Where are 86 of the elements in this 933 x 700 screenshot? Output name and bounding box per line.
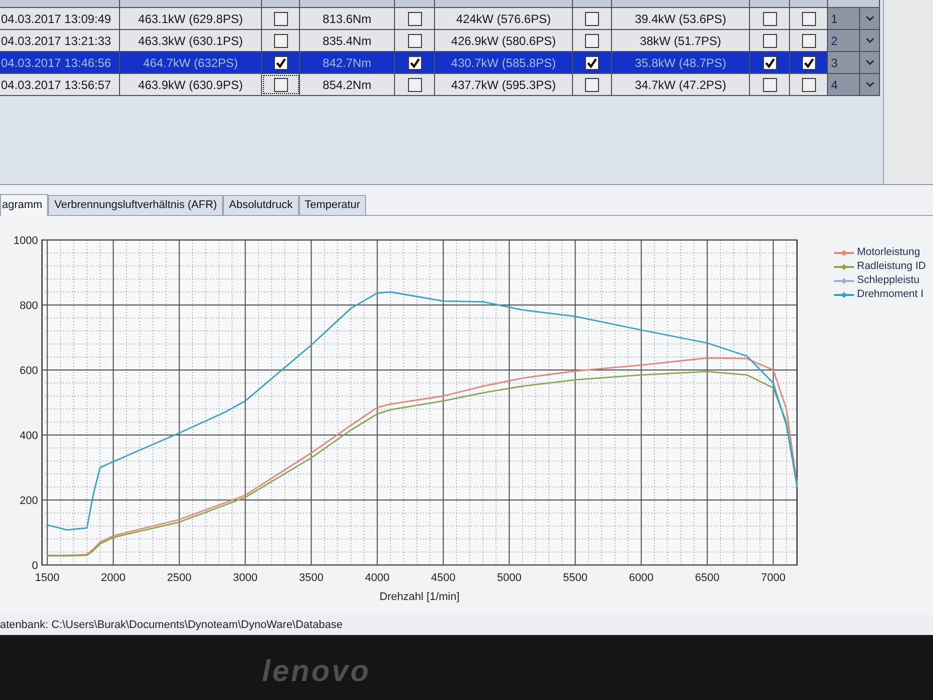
table-cell: 04.03.2017 13:09:49 — [0, 8, 120, 29]
checkbox[interactable] — [274, 12, 288, 26]
y-tick-label: 600 — [20, 365, 38, 377]
table-cell: 437.7kW (595.3PS) — [435, 74, 573, 95]
x-tick-label: 5500 — [563, 572, 588, 584]
checkbox[interactable] — [274, 56, 288, 70]
legend-label: Radleistung ID — [857, 259, 926, 274]
table-cell: 430.7kW (585.8PS) — [435, 52, 573, 73]
checkbox[interactable] — [408, 78, 422, 92]
checkbox[interactable] — [762, 56, 776, 70]
table-cell: 463.3kW (630.1PS) — [120, 30, 262, 51]
table-row[interactable]: 04.03.2017 13:56:57 463.9kW (630.9PS) 854.2Nm 437.7kW (595.3PS) 34.7kW (47.2PS) 4 — [0, 74, 879, 96]
chevron-down-icon — [866, 16, 874, 21]
checkbox[interactable] — [762, 12, 776, 26]
legend-label: Motorleistung — [857, 245, 920, 260]
checkbox[interactable] — [585, 56, 599, 70]
tab[interactable]: Absolutdruck — [222, 195, 299, 215]
checkmark-icon — [276, 58, 286, 68]
checkmark-icon — [587, 58, 597, 68]
table-cell: 426.9kW (580.6PS) — [435, 30, 573, 51]
table-cell: 34.7kW (47.2PS) — [612, 74, 750, 95]
y-tick-label: 0 — [32, 560, 38, 572]
table-cell: 813.6Nm — [300, 8, 395, 29]
status-bar-text: atenbank: C:\Users\Burak\Documents\Dynoteam\DynoWare\Database — [0, 618, 343, 633]
checkbox[interactable] — [274, 34, 288, 48]
table-cell: 463.1kW (629.8PS) — [120, 8, 262, 29]
checkbox[interactable] — [802, 56, 816, 70]
table-row[interactable]: 04.03.2017 13:46:56 464.7kW (632PS) 842.7Nm 430.7kW (585.8PS) 35.8kW (48.7PS) 3 — [0, 52, 879, 74]
table-cell: 38kW (51.7PS) — [612, 30, 750, 51]
color-code-dropdown[interactable]: 4 — [828, 74, 880, 95]
table-cell: 463.9kW (630.9PS) — [120, 74, 262, 95]
checkbox[interactable] — [585, 12, 599, 26]
checkmark-icon — [410, 58, 420, 68]
table-cell: 04.03.2017 13:21:33 — [0, 30, 120, 51]
table-row[interactable]: 04.03.2017 13:21:33 463.3kW (630.1PS) 835.4Nm 426.9kW (580.6PS) 38kW (51.7PS) 2 — [0, 30, 879, 52]
x-axis-title: Drehzahl [1/min] — [379, 591, 460, 603]
table-cell: 464.7kW (632PS) — [120, 52, 262, 73]
x-tick-label: 7000 — [761, 572, 786, 584]
table-cell: 835.4Nm — [300, 30, 395, 51]
checkmark-icon — [764, 58, 774, 68]
y-tick-label: 800 — [20, 300, 38, 312]
x-tick-label: 3000 — [233, 572, 258, 584]
table-cell: 39.4kW (53.6PS) — [612, 8, 750, 29]
x-tick-label: 4500 — [431, 572, 456, 584]
x-tick-label: 1500 — [35, 572, 60, 584]
x-tick-label: 4000 — [365, 572, 390, 584]
table-cell: 04.03.2017 13:56:57 — [0, 74, 120, 95]
table-cell: 854.2Nm — [300, 74, 395, 95]
chevron-down-icon — [866, 60, 874, 65]
x-tick-label: 2500 — [167, 572, 192, 584]
table-cell: 35.8kW (48.7PS) — [612, 52, 750, 73]
table-cell: 424kW (576.6PS) — [435, 8, 573, 29]
y-tick-label: 400 — [20, 430, 38, 442]
chevron-down-icon — [866, 38, 874, 43]
checkbox[interactable] — [585, 78, 599, 92]
x-tick-label: 3500 — [299, 572, 324, 584]
y-tick-label: 1000 — [14, 235, 38, 247]
checkbox[interactable] — [762, 78, 776, 92]
table-cell: 842.7Nm — [300, 52, 395, 73]
tab[interactable]: agramm — [0, 194, 48, 216]
bezel-logo: lenovo — [262, 657, 371, 687]
y-tick-label: 200 — [20, 495, 38, 507]
checkbox[interactable] — [585, 34, 599, 48]
x-tick-label: 6500 — [695, 572, 720, 584]
chevron-down-icon — [866, 82, 874, 87]
table-row[interactable]: 04.03.2017 13:09:49 463.1kW (629.8PS) 813.6Nm 424kW (576.6PS) 39.4kW (53.6PS) 1 — [0, 8, 879, 30]
checkbox[interactable] — [802, 34, 816, 48]
x-tick-label: 5000 — [497, 572, 522, 584]
tab[interactable]: Temperatur — [298, 195, 366, 215]
checkmark-icon — [804, 58, 814, 68]
tab[interactable]: Verbrennungsluftverhältnis (AFR) — [48, 195, 223, 215]
checkbox[interactable] — [802, 12, 816, 26]
checkbox[interactable] — [408, 34, 422, 48]
checkbox[interactable] — [408, 56, 422, 70]
checkbox[interactable] — [408, 12, 422, 26]
color-code-dropdown[interactable]: 1 — [828, 8, 880, 29]
legend-label: Drehmoment I — [857, 287, 924, 302]
color-code-dropdown[interactable]: 3 — [828, 52, 880, 73]
checkbox[interactable] — [762, 34, 776, 48]
color-code-dropdown[interactable]: 2 — [828, 30, 880, 51]
checkbox[interactable] — [802, 78, 816, 92]
x-tick-label: 2000 — [101, 572, 126, 584]
checkbox[interactable] — [274, 78, 288, 92]
table-cell: 04.03.2017 13:46:56 — [0, 52, 120, 73]
legend-label: Schleppleistu — [857, 273, 920, 288]
x-tick-label: 6000 — [629, 572, 654, 584]
